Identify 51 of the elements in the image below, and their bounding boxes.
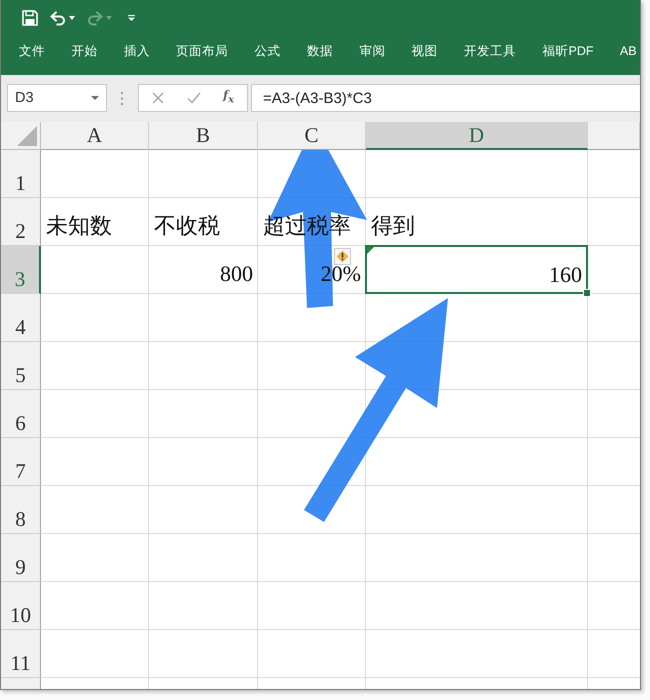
row-header[interactable]: 2 <box>1 198 41 246</box>
ribbon-tab[interactable]: 文件 <box>19 43 45 59</box>
column-header[interactable]: B <box>149 122 258 150</box>
caret-icon[interactable] <box>91 96 99 100</box>
column-header[interactable]: D <box>366 122 588 150</box>
ribbon-tab[interactable]: 插入 <box>124 43 150 59</box>
grip-icon[interactable] <box>121 92 124 105</box>
row-header[interactable]: 10 <box>1 582 41 630</box>
ribbon-tab[interactable]: 开发工具 <box>464 43 516 59</box>
column-header[interactable]: A <box>41 122 149 150</box>
row-header[interactable]: 9 <box>1 534 41 582</box>
row-header[interactable]: 8 <box>1 486 41 534</box>
save-button[interactable] <box>22 10 38 26</box>
ribbon-tab[interactable]: 审阅 <box>359 43 386 59</box>
row-header[interactable]: 7 <box>1 438 41 486</box>
row-header[interactable]: 5 <box>1 342 41 390</box>
ribbon-tab[interactable]: 福昕PDF <box>542 43 594 59</box>
row-header[interactable]: 3 <box>1 246 41 294</box>
undo-button[interactable] <box>50 10 75 26</box>
row-header[interactable]: 4 <box>1 294 41 342</box>
redo-arrow-icon <box>87 10 103 26</box>
ribbon-tab[interactable]: 开始 <box>71 43 98 59</box>
formula-field[interactable]: =A3-(A3-B3)*C3 <box>251 84 640 112</box>
row-header[interactable] <box>1 678 41 689</box>
ribbon-tab[interactable]: 页面布局 <box>176 43 228 59</box>
ribbon-tab[interactable]: 数据 <box>306 43 333 59</box>
row-header[interactable]: 11 <box>1 630 41 678</box>
triangle-icon <box>17 126 37 146</box>
fill-handle[interactable] <box>583 289 591 297</box>
check-icon[interactable] <box>187 92 201 104</box>
warning-icon[interactable] <box>334 248 351 265</box>
name-box[interactable]: D3 <box>7 84 107 112</box>
table-cell[interactable]: 得到 <box>366 198 588 246</box>
ribbon-tab[interactable]: 视图 <box>412 43 438 59</box>
row-header[interactable]: 6 <box>1 390 41 438</box>
table-cell[interactable]: 未知数 <box>41 198 149 246</box>
caret-icon <box>106 16 112 20</box>
table-cell[interactable]: 不收税 <box>149 198 258 246</box>
insert-function-button[interactable]: f$_{x}$ <box>223 88 234 108</box>
caret-icon <box>69 16 75 20</box>
table-cell[interactable]: 160 <box>365 245 588 294</box>
ribbon-tab[interactable]: 公式 <box>254 43 281 59</box>
undo-arrow-icon <box>50 10 66 26</box>
column-header[interactable]: C <box>258 122 366 150</box>
row-header[interactable]: 1 <box>1 150 41 198</box>
select-all-button[interactable] <box>1 122 41 150</box>
column-header[interactable] <box>588 122 640 150</box>
ribbon-tab[interactable]: AB <box>620 43 637 59</box>
caret-icon <box>128 14 135 20</box>
table-cell[interactable]: 800 <box>149 246 258 294</box>
cross-icon[interactable] <box>152 92 164 104</box>
